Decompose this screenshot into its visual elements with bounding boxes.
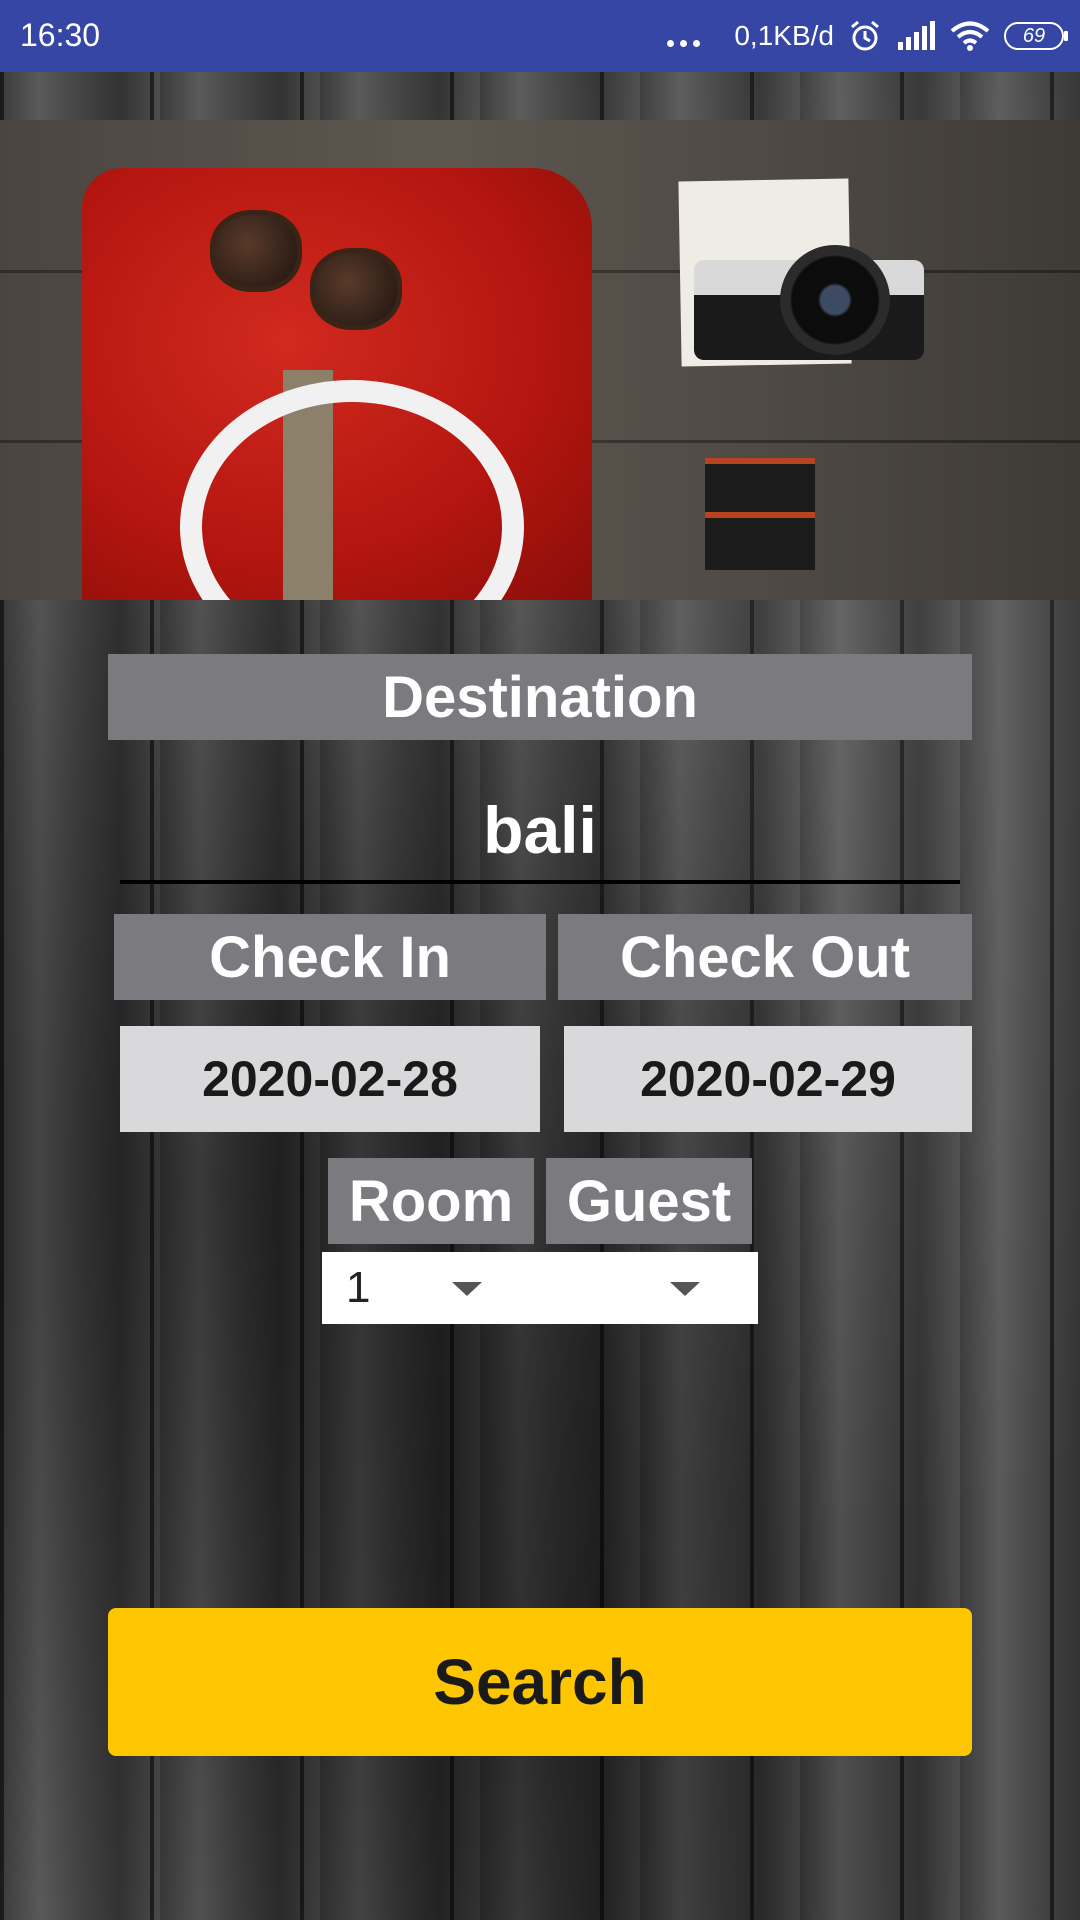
chevron-down-icon [670,1282,700,1296]
room-spinner-value: 1 [346,1263,371,1312]
checkin-label: Check In [114,914,546,1000]
checkout-label: Check Out [558,914,972,1000]
sunglasses-graphic [210,210,410,330]
film-box-graphic [705,512,815,570]
checkin-date-field[interactable]: 2020-02-28 [120,1026,540,1132]
guest-label: Guest [546,1158,752,1244]
battery-icon: 69 [1004,22,1068,50]
search-button[interactable]: Search [108,1608,972,1756]
battery-level: 69 [1022,24,1046,47]
room-spinner[interactable]: 1 [322,1252,540,1324]
status-icons: 0,1KB/d 69 [667,14,1068,58]
room-label: Room [328,1158,534,1244]
more-dots-icon [667,26,701,47]
chevron-down-icon [452,1282,482,1296]
destination-input[interactable]: bali [120,790,960,870]
status-time: 16:30 [20,17,101,53]
travel-flatlay-image [0,120,1080,600]
alarm-icon [851,20,879,51]
guest-spinner[interactable] [540,1252,758,1324]
film-box-graphic [705,458,815,516]
status-bar: 16:30 0,1KB/d 69 [0,0,1080,72]
room-guest-selectors: 1 [322,1252,758,1324]
signal-icon [898,21,935,50]
network-speed: 0,1KB/d [734,20,834,51]
destination-underline [120,880,960,884]
destination-label: Destination [108,654,972,740]
camera-lens-graphic [780,245,890,355]
wifi-icon [950,21,990,51]
checkout-date-field[interactable]: 2020-02-29 [564,1026,972,1132]
